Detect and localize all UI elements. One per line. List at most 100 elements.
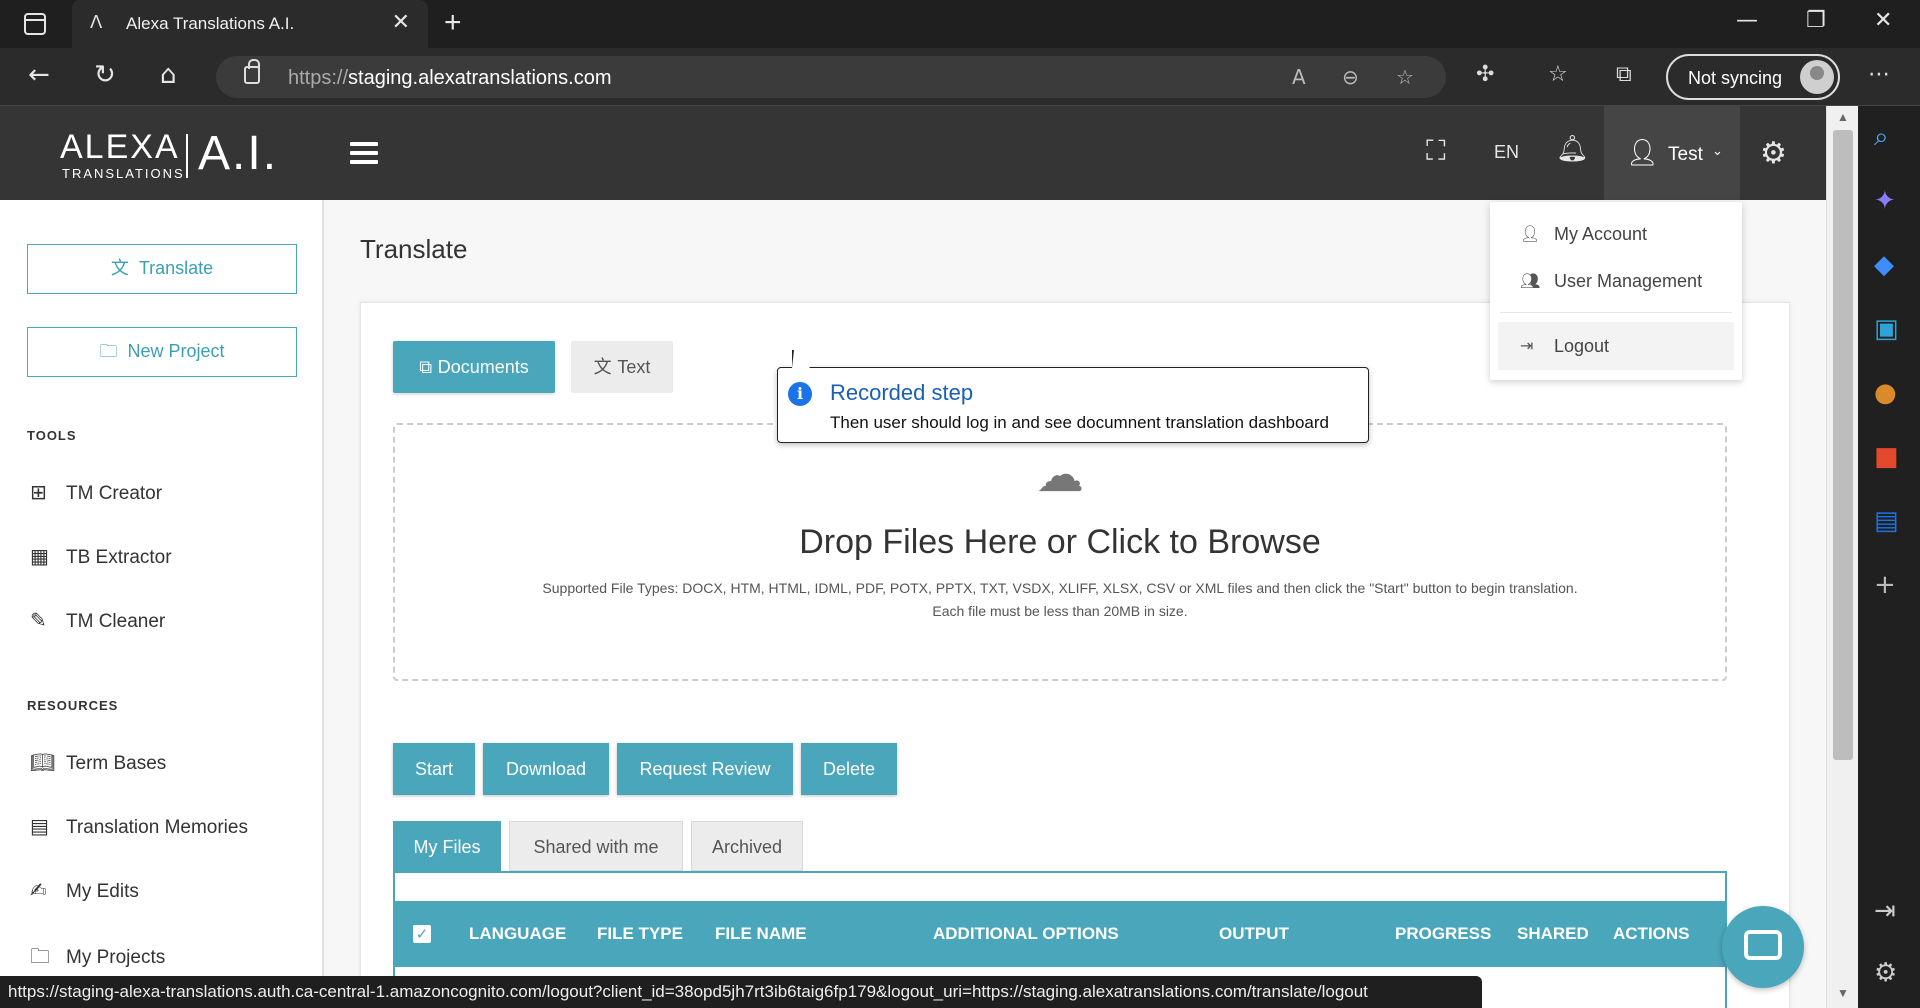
start-button[interactable]: Start [393, 743, 475, 795]
sidebar-item-my-edits[interactable]: ✍ My Edits [30, 878, 139, 903]
tools-icon[interactable]: ▣ [1874, 314, 1899, 344]
column-file-name[interactable]: FILE NAME [715, 924, 807, 944]
sidebar-settings-icon[interactable]: ⚙ [1874, 958, 1897, 988]
table-header: ✓ LANGUAGE FILE TYPE FILE NAME ADDITIONA… [395, 901, 1725, 967]
window-close-icon[interactable]: ✕ [1874, 8, 1892, 33]
tools-heading: TOOLS [27, 428, 77, 443]
shopping-icon[interactable]: ◆ [1874, 250, 1894, 280]
dropzone-hint: Supported File Types: DOCX, HTM, HTML, I… [395, 577, 1725, 623]
add-app-icon[interactable]: + [1874, 570, 1896, 600]
dropzone-hint-line1: Supported File Types: DOCX, HTM, HTML, I… [542, 580, 1578, 596]
tab-shared-with-me[interactable]: Shared with me [509, 821, 683, 871]
folder-add-icon: 🗀︎ [99, 341, 118, 362]
search-icon[interactable]: ⌕ [1874, 122, 1889, 153]
info-icon: i [788, 382, 812, 406]
download-button[interactable]: Download [483, 743, 609, 795]
tab-actions-icon[interactable] [24, 13, 46, 35]
menu-item-logout[interactable]: ⇥ Logout [1498, 322, 1734, 370]
lock-icon[interactable] [244, 59, 260, 84]
app-header: ALEXA TRANSLATIONS A.I. ⛶ EN 🔔︎ 👤︎ Test … [0, 106, 1826, 200]
sidebar-item-label: Term Bases [66, 753, 167, 774]
restore-icon[interactable]: ❐ [1806, 8, 1826, 33]
request-review-button[interactable]: Request Review [617, 743, 793, 795]
menu-icon[interactable] [350, 142, 378, 164]
minimize-icon[interactable]: — [1736, 8, 1758, 33]
settings-gear-icon[interactable]: ⚙ [1760, 136, 1787, 171]
back-icon[interactable]: ← [28, 62, 50, 88]
zoom-icon[interactable]: ⊖ [1342, 65, 1359, 89]
office-icon[interactable]: ■ [1874, 442, 1899, 472]
chat-button[interactable] [1722, 906, 1804, 988]
user-menu-button[interactable]: 👤︎ Test ⌄ [1604, 106, 1740, 200]
favorites-icon[interactable]: ☆ [1548, 62, 1568, 87]
sidebar-toggle-icon[interactable]: ⇥ [1874, 896, 1896, 926]
favorite-add-icon[interactable]: ☆ [1396, 65, 1414, 89]
status-bar-url: https://staging-alexa-translations.auth.… [0, 976, 1482, 1008]
sidebar-item-label: My Projects [66, 947, 166, 968]
notification-bell-icon[interactable]: 🔔︎ [1556, 134, 1589, 164]
refresh-icon[interactable]: ↻ [94, 62, 116, 88]
address-bar[interactable]: https://staging.alexatranslations.com A … [216, 56, 1446, 98]
tab-text-label: Text [617, 357, 651, 377]
select-all-checkbox[interactable]: ✓ [413, 925, 431, 943]
sidebar-item-translation-memories[interactable]: ▤ Translation Memories [30, 814, 248, 839]
menu-item-user-management[interactable]: 👥︎ User Management [1490, 257, 1742, 305]
close-tab-icon[interactable]: ✕ [392, 10, 410, 35]
language-switch[interactable]: EN [1494, 142, 1519, 163]
copilot-icon[interactable]: ✦ [1874, 186, 1896, 216]
translate-button-label: Translate [138, 258, 214, 278]
translate-button[interactable]: 文 Translate [27, 244, 297, 294]
games-icon[interactable]: ● [1874, 378, 1897, 408]
collections-icon[interactable]: ⧉ [1616, 62, 1632, 87]
fullscreen-icon[interactable]: ⛶ [1426, 134, 1446, 168]
tab-my-files[interactable]: My Files [393, 821, 501, 871]
new-project-button[interactable]: 🗀︎ New Project [27, 327, 297, 377]
column-shared: SHARED [1517, 924, 1589, 943]
sidebar-item-term-bases[interactable]: 📖︎ Term Bases [30, 750, 166, 775]
translate-icon: 文 [110, 258, 129, 279]
user-icon: 👤︎ [1520, 224, 1541, 243]
user-dropdown-menu: 👤︎ My Account 👥︎ User Management ⇥ Logout [1490, 202, 1742, 380]
scrollbar-thumb[interactable] [1833, 130, 1853, 760]
broom-icon: ✎ [30, 608, 47, 632]
sidebar-item-label: TB Extractor [66, 547, 172, 568]
page-scrollbar[interactable]: ▲ ▼ [1826, 106, 1858, 1008]
logo-subtext: TRANSLATIONS [62, 166, 185, 181]
menu-item-my-account[interactable]: 👤︎ My Account [1490, 210, 1742, 258]
new-tab-icon[interactable]: + [444, 6, 462, 40]
extensions-icon[interactable]: ✣ [1476, 62, 1494, 87]
users-icon: 👥︎ [1520, 271, 1541, 290]
user-name: Test [1668, 144, 1703, 165]
read-aloud-icon[interactable]: A [1292, 65, 1306, 89]
url-text[interactable]: https://staging.alexatranslations.com [288, 67, 612, 90]
user-edit-icon: ✍ [30, 878, 47, 902]
logo-text: ALEXA [60, 128, 180, 166]
dropzone-title: Drop Files Here or Click to Browse [799, 523, 1321, 561]
sidebar-item-tm-creator[interactable]: ⊞ TM Creator [30, 480, 162, 505]
tab-archived[interactable]: Archived [691, 821, 803, 871]
profile-sync-button[interactable]: Not syncing [1666, 54, 1840, 100]
new-project-label: New Project [127, 341, 225, 361]
folder-icon: 🗀︎ [30, 944, 50, 968]
delete-button[interactable]: Delete [801, 743, 897, 795]
column-file-type[interactable]: FILE TYPE [597, 924, 683, 944]
outlook-icon[interactable]: ▤ [1874, 506, 1899, 536]
file-dropzone[interactable]: ☁ Drop Files Here or Click to Browse Sup… [393, 423, 1727, 681]
column-language[interactable]: LANGUAGE [469, 924, 566, 944]
more-icon[interactable]: ⋯ [1868, 62, 1890, 87]
sidebar: 文 Translate 🗀︎ New Project TOOLS ⊞ TM Creat… [0, 200, 324, 1008]
sidebar-item-tb-extractor[interactable]: ▦ TB Extractor [30, 544, 172, 569]
home-icon[interactable]: ⌂ [160, 62, 177, 88]
cloud-upload-icon: ☁ [1036, 447, 1084, 503]
documents-icon: ⧉ [419, 357, 438, 378]
grid-icon: ▦ [30, 544, 49, 568]
tab-documents[interactable]: ⧉ Documents [393, 341, 555, 393]
profile-avatar [1800, 60, 1834, 94]
browser-tab[interactable]: Λ Alexa Translations A.I. ✕ [72, 0, 428, 48]
translate-text-icon: 文 [593, 357, 618, 378]
scroll-down-icon[interactable]: ▼ [1837, 986, 1849, 1000]
sidebar-item-tm-cleaner[interactable]: ✎ TM Cleaner [30, 608, 165, 633]
scroll-up-icon[interactable]: ▲ [1837, 110, 1849, 124]
tab-text[interactable]: 文 Text [571, 341, 673, 393]
sidebar-item-my-projects[interactable]: 🗀︎ My Projects [30, 942, 165, 976]
